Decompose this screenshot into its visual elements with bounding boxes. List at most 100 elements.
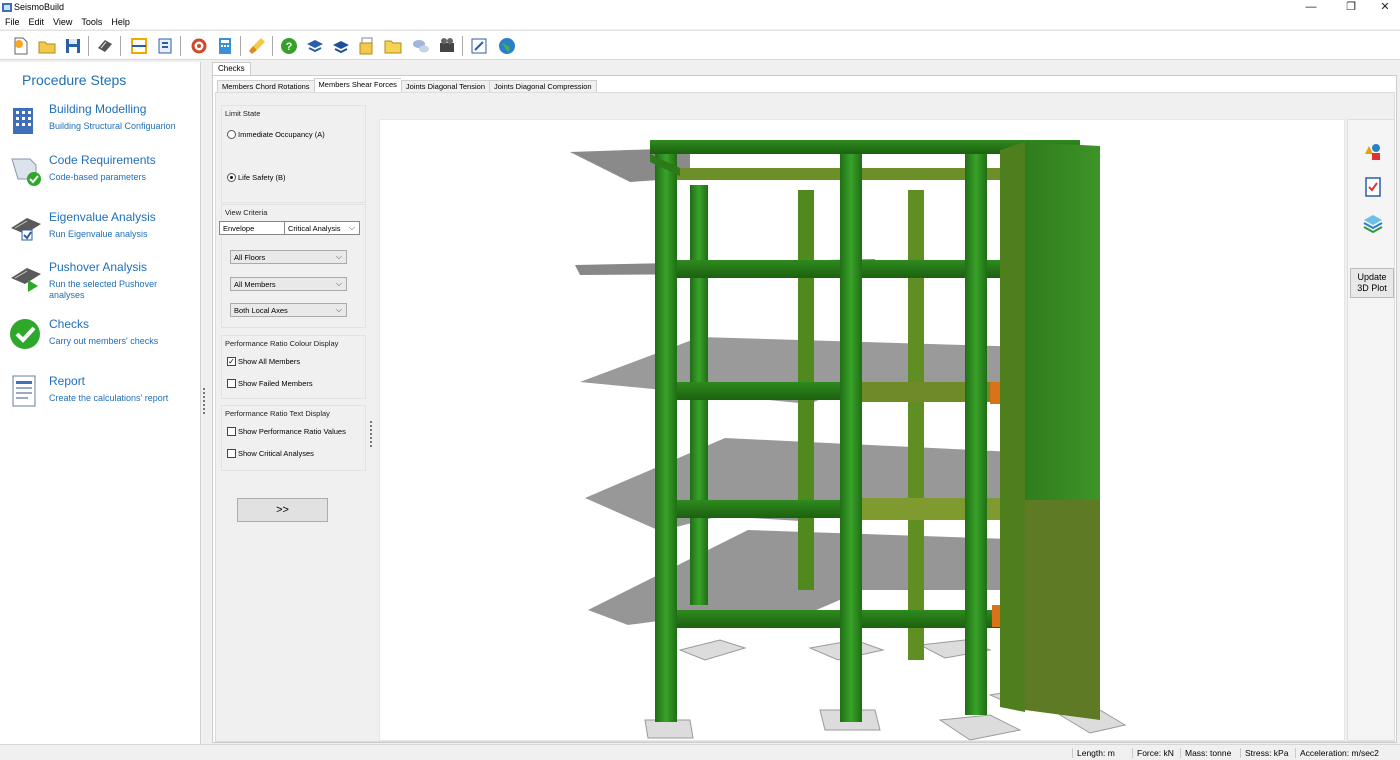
checkbox-show-ratio-values[interactable]: Show Performance Ratio Values [227, 427, 346, 436]
colour-display-title: Performance Ratio Colour Display [225, 339, 339, 348]
step-subtitle: Building Structural Configuarion [49, 121, 176, 131]
eigenvalue-icon [11, 218, 41, 241]
menu-help[interactable]: Help [106, 15, 134, 27]
step-subtitle: Code-based parameters [49, 172, 147, 182]
text-display-group: Performance Ratio Text Display Show Perf… [221, 405, 366, 471]
shear-wall [1000, 142, 1100, 720]
radio-life-safety[interactable]: Life Safety (B) [227, 173, 286, 182]
main-content: Checks Members Chord Rotations Members S… [208, 62, 1400, 744]
document-check-icon [11, 158, 41, 186]
checkmark-icon [10, 319, 40, 349]
procedure-steps-panel: Procedure Steps Building Modelling Build… [0, 62, 201, 744]
documents-icon[interactable] [356, 35, 378, 57]
menu-edit[interactable]: Edit [24, 15, 49, 27]
folder-icon[interactable] [382, 35, 404, 57]
frame-icon[interactable] [128, 35, 150, 57]
procedure-steps-title: Procedure Steps [22, 72, 127, 88]
report-icon [12, 375, 36, 407]
right-toolbar: Update 3D Plot [1347, 119, 1395, 741]
tab-members-shear-forces[interactable]: Members Shear Forces [313, 78, 401, 93]
save-icon[interactable] [62, 35, 84, 57]
status-bar: Length: m Force: kN Mass: tonne Stress: … [0, 744, 1400, 760]
checklist-icon[interactable] [1362, 176, 1384, 198]
building-3d-model[interactable] [380, 120, 1346, 742]
chat-icon[interactable] [410, 35, 432, 57]
status-length: Length: m [1072, 748, 1115, 758]
minimize-button[interactable]: — [1296, 0, 1326, 15]
shapes-icon[interactable] [1362, 140, 1384, 162]
menu-tools[interactable]: Tools [76, 15, 106, 27]
chevron-down-icon: ⌵ [335, 305, 342, 314]
members-dropdown[interactable]: All Members ⌵ [230, 277, 347, 291]
title-bar: SeismoBuild — ❐ ✕ [0, 0, 1400, 15]
pushover-icon [11, 268, 41, 292]
checkbox-show-failed-members[interactable]: Show Failed Members [227, 379, 313, 388]
chevron-down-icon: ⌵ [335, 252, 342, 261]
step-title: Checks [49, 317, 90, 331]
step-subtitle: Carry out members' checks [49, 336, 159, 346]
envelope-field[interactable]: Envelope [219, 221, 285, 235]
step-subtitle: Run Eigenvalue analysis [49, 229, 148, 239]
axes-dropdown[interactable]: Both Local Axes ⌵ [230, 303, 347, 317]
controls-splitter[interactable] [370, 421, 372, 447]
checkbox-box: ✓ [227, 357, 236, 366]
settings-icon[interactable] [188, 35, 210, 57]
step-title: Pushover Analysis [49, 260, 148, 274]
status-stress: Stress: kPa [1240, 748, 1288, 758]
chevron-down-icon: ⌵ [348, 223, 355, 232]
book-icon[interactable] [330, 35, 352, 57]
floors-dropdown[interactable]: All Floors ⌵ [230, 250, 347, 264]
tab-checks[interactable]: Checks [212, 62, 251, 75]
building-icon [13, 108, 33, 134]
step-title: Building Modelling [49, 102, 147, 116]
checkbox-show-all-members[interactable]: ✓ Show All Members [227, 357, 300, 366]
window-title: SeismoBuild [14, 2, 65, 12]
calculator-icon[interactable] [214, 35, 236, 57]
checkbox-box [227, 379, 236, 388]
new-file-icon[interactable] [10, 35, 32, 57]
checks-tab-body: Members Chord Rotations Members Shear Fo… [212, 75, 1397, 743]
step-subtitle: Run the selected Pushover analyses [49, 279, 158, 300]
menu-view[interactable]: View [48, 15, 76, 27]
menu-file[interactable]: File [0, 15, 24, 27]
radio-immediate-occupancy[interactable]: Immediate Occupancy (A) [227, 130, 325, 139]
video-icon[interactable] [436, 35, 458, 57]
app-icon [2, 3, 12, 12]
step-title: Code Requirements [49, 153, 156, 167]
web-icon[interactable] [496, 35, 518, 57]
open-folder-icon[interactable] [36, 35, 58, 57]
shear-forces-panel: Limit State Immediate Occupancy (A) Life… [215, 92, 1395, 742]
checkbox-show-critical-analyses[interactable]: Show Critical Analyses [227, 449, 314, 458]
manual-icon[interactable] [304, 35, 326, 57]
left-splitter[interactable] [203, 388, 205, 414]
text-display-title: Performance Ratio Text Display [225, 409, 330, 418]
status-force: Force: kN [1132, 748, 1174, 758]
export-icon[interactable] [154, 35, 176, 57]
view-criteria-title: View Criteria [225, 208, 268, 217]
subtab-bar: Members Chord Rotations Members Shear Fo… [217, 78, 597, 93]
step-title: Eigenvalue Analysis [49, 210, 156, 224]
checkbox-box [227, 427, 236, 436]
limit-state-title: Limit State [225, 109, 261, 118]
edit-icon[interactable] [468, 35, 490, 57]
status-acceleration: Acceleration: m/sec2 [1295, 748, 1379, 758]
next-button[interactable]: >> [237, 498, 328, 522]
toolbar: ? [0, 30, 1400, 60]
maximize-button[interactable]: ❐ [1336, 0, 1366, 15]
status-mass: Mass: tonne [1180, 748, 1231, 758]
brush-icon[interactable] [246, 35, 268, 57]
update-3d-plot-button[interactable]: Update 3D Plot [1350, 268, 1394, 298]
run-analysis-icon[interactable] [94, 35, 116, 57]
help-icon[interactable]: ? [278, 35, 300, 57]
colour-display-group: Performance Ratio Colour Display ✓ Show A… [221, 335, 366, 399]
chevron-down-icon: ⌵ [335, 279, 342, 288]
step-subtitle: Create the calculations' report [49, 393, 169, 403]
analysis-dropdown[interactable]: Critical Analysis ⌵ [284, 221, 360, 235]
layers-icon[interactable] [1362, 212, 1384, 234]
svg-text:?: ? [286, 41, 293, 53]
3d-viewport[interactable] [379, 119, 1345, 741]
step-title: Report [49, 374, 86, 388]
menu-bar: File Edit View Tools Help [0, 15, 1400, 29]
close-button[interactable]: ✕ [1370, 0, 1400, 15]
checkbox-box [227, 449, 236, 458]
